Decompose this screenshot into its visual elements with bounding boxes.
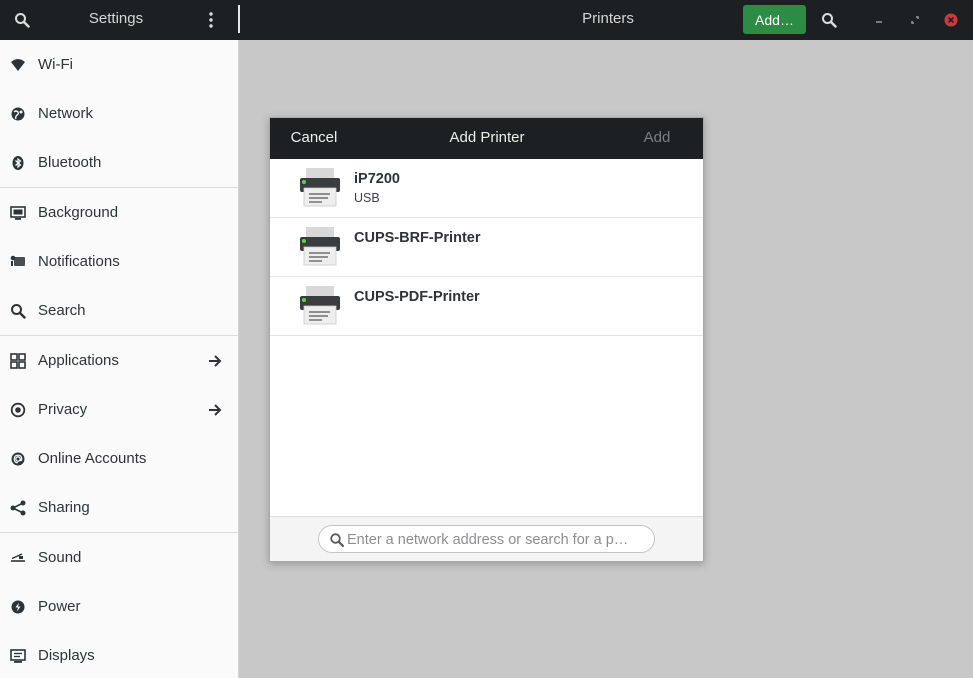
sidebar-item-wifi[interactable]: Wi-Fi [0, 40, 239, 89]
sidebar-item-label: Notifications [38, 253, 120, 270]
sidebar-item-search[interactable]: Search [0, 286, 239, 335]
sidebar-item-label: Background [38, 204, 119, 221]
printer-search-field[interactable] [318, 525, 655, 553]
sharing-icon [9, 499, 27, 517]
printer-name: CUPS-PDF-Printer [354, 289, 480, 305]
bluetooth-icon [9, 154, 27, 172]
printer-row-ip7200[interactable]: iP7200 USB [270, 159, 703, 218]
sidebar: Wi-Fi Network Bluetooth Background Notif… [0, 40, 239, 678]
menu-icon[interactable] [203, 10, 219, 30]
printer-icon [298, 166, 342, 210]
printer-icon [298, 284, 342, 328]
privacy-icon [9, 401, 27, 419]
applications-icon [9, 352, 27, 370]
sidebar-item-label: Bluetooth [38, 154, 102, 171]
printer-row-cups-brf[interactable]: CUPS-BRF-Printer [270, 218, 703, 277]
arrow-right-icon [206, 352, 224, 370]
printer-icon [298, 225, 342, 269]
minimize-icon[interactable] [870, 10, 888, 30]
sidebar-item-label: Wi-Fi [38, 56, 73, 73]
search-icon[interactable] [818, 10, 840, 30]
sidebar-item-online-accounts[interactable]: Online Accounts [0, 434, 239, 483]
add-button[interactable]: Add [630, 124, 684, 152]
sidebar-item-label: Sound [38, 549, 82, 566]
dialog-footer [270, 516, 703, 561]
sidebar-item-label: Privacy [38, 401, 88, 418]
online-accounts-icon [9, 450, 27, 468]
sidebar-item-label: Sharing [38, 499, 90, 516]
sidebar-item-network[interactable]: Network [0, 89, 239, 138]
printer-name: CUPS-BRF-Printer [354, 230, 481, 246]
displays-icon [9, 647, 27, 665]
panel-title: Printers [582, 10, 634, 27]
printer-row-cups-pdf[interactable]: CUPS-PDF-Printer [270, 277, 703, 336]
sidebar-item-applications[interactable]: Applications [0, 336, 239, 385]
printer-connection: USB [354, 191, 380, 205]
network-icon [9, 105, 27, 123]
sidebar-item-sound[interactable]: Sound [0, 533, 239, 582]
sidebar-item-background[interactable]: Background [0, 188, 239, 237]
header-separator [238, 5, 240, 33]
sidebar-item-sharing[interactable]: Sharing [0, 483, 239, 532]
notifications-icon [9, 253, 27, 271]
printer-search-input[interactable] [347, 529, 647, 551]
sidebar-item-label: Applications [38, 352, 119, 369]
search-icon [329, 532, 345, 548]
dialog-title: Add Printer [449, 129, 525, 146]
add-printer-button[interactable]: Add… [743, 5, 806, 34]
sidebar-item-notifications[interactable]: Notifications [0, 237, 239, 286]
sidebar-item-bluetooth[interactable]: Bluetooth [0, 138, 239, 187]
sidebar-item-label: Displays [38, 647, 95, 664]
cancel-button[interactable]: Cancel [278, 124, 350, 152]
sidebar-item-privacy[interactable]: Privacy [0, 385, 239, 434]
header-bar: Settings Printers Add… [0, 0, 973, 40]
maximize-icon[interactable] [906, 10, 924, 30]
sidebar-item-label: Network [38, 105, 94, 122]
search-icon [9, 302, 27, 320]
add-printer-dialog: Cancel Add Printer Add iP7200 USB CUPS-B… [269, 117, 704, 562]
sidebar-item-label: Power [38, 598, 81, 615]
sidebar-item-power[interactable]: Power [0, 582, 239, 631]
sound-icon [9, 549, 27, 567]
power-icon [9, 598, 27, 616]
sidebar-item-label: Search [38, 302, 86, 319]
sidebar-item-displays[interactable]: Displays [0, 631, 239, 678]
dialog-header: Cancel Add Printer Add [270, 118, 703, 159]
sidebar-item-label: Online Accounts [38, 450, 147, 467]
background-icon [9, 204, 27, 222]
arrow-right-icon [206, 401, 224, 419]
wifi-icon [9, 56, 27, 74]
printer-name: iP7200 [354, 171, 400, 187]
search-icon[interactable] [11, 10, 33, 30]
settings-title: Settings [88, 10, 144, 27]
close-icon[interactable] [940, 9, 962, 31]
